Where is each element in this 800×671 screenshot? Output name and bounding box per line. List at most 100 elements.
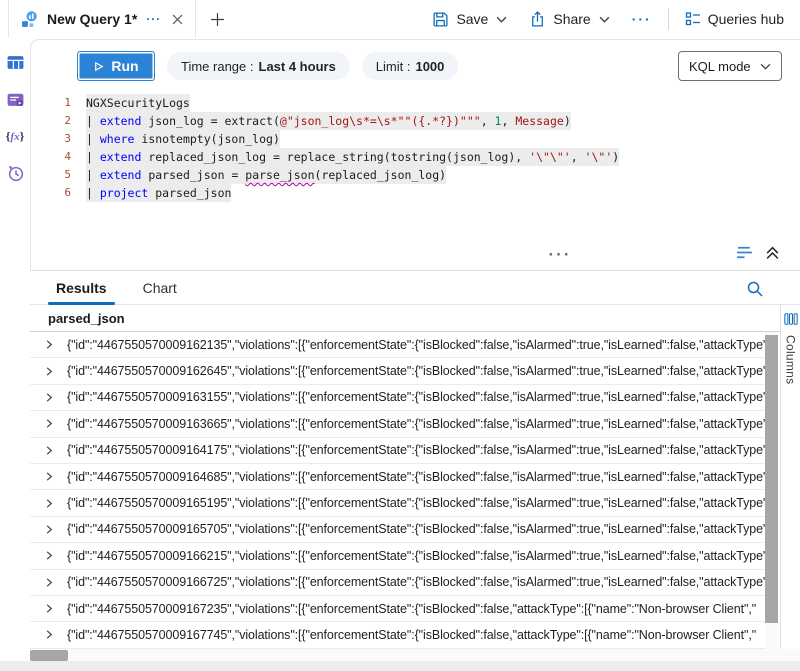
run-button[interactable]: Run <box>77 51 155 81</box>
tab-chart[interactable]: Chart <box>141 271 179 305</box>
row-json-text: {"id":"4467550570009167235","violations"… <box>67 602 765 616</box>
time-range-value: Last 4 hours <box>259 59 336 74</box>
table-row[interactable]: {"id":"4467550570009164175","violations"… <box>30 438 765 464</box>
expand-chevron-icon[interactable] <box>44 498 54 509</box>
code-text: | extend parsed_json = parse_json(replac… <box>86 166 446 184</box>
horizontal-scrollbar-thumb[interactable] <box>30 650 68 661</box>
queries-hub-button[interactable]: Queries hub <box>679 7 790 31</box>
table-row[interactable]: {"id":"4467550570009166725","violations"… <box>30 570 765 596</box>
expand-chevron-icon[interactable] <box>44 577 54 588</box>
code-line[interactable]: 1NGXSecurityLogs <box>31 94 800 112</box>
table-row[interactable]: {"id":"4467550570009162645","violations"… <box>30 358 765 384</box>
expand-chevron-icon[interactable] <box>44 366 54 377</box>
results-tabs-row: Results Chart <box>30 271 800 305</box>
tables-icon[interactable] <box>5 52 25 72</box>
history-icon[interactable] <box>5 163 25 183</box>
code-line[interactable]: 6| project parsed_json <box>31 184 800 202</box>
search-icon <box>746 280 764 298</box>
save-button[interactable]: Save <box>426 7 513 32</box>
limit-selector[interactable]: Limit : 1000 <box>362 52 459 80</box>
line-number: 2 <box>31 112 86 130</box>
limit-value: 1000 <box>415 59 444 74</box>
line-number: 5 <box>31 166 86 184</box>
results-panel: Results Chart parsed_json {"id":"44675505… <box>30 270 800 661</box>
queries-icon[interactable] <box>5 89 25 109</box>
query-panel: Run Time range : Last 4 hours Limit : 10… <box>30 39 800 270</box>
window-bottom-strip <box>0 661 800 671</box>
columns-panel-label: Columns <box>784 335 798 384</box>
row-json-text: {"id":"4467550570009165705","violations"… <box>67 522 765 536</box>
search-results-button[interactable] <box>744 278 766 300</box>
table-row[interactable]: {"id":"4467550570009166215","violations"… <box>30 543 765 569</box>
tab-title: New Query 1* <box>47 11 137 27</box>
table-row[interactable]: {"id":"4467550570009163665","violations"… <box>30 411 765 437</box>
table-row[interactable]: {"id":"4467550570009162135","violations"… <box>30 332 765 358</box>
time-range-selector[interactable]: Time range : Last 4 hours <box>167 52 350 80</box>
table-row[interactable]: {"id":"4467550570009164685","violations"… <box>30 464 765 490</box>
editor-lines: 1NGXSecurityLogs2| extend json_log = ext… <box>31 94 800 202</box>
tab-close-icon[interactable] <box>172 14 183 25</box>
divider <box>668 8 669 30</box>
run-play-icon <box>93 61 104 72</box>
expand-chevron-icon[interactable] <box>44 418 54 429</box>
row-json-text: {"id":"4467550570009163665","violations"… <box>67 417 765 431</box>
panel-splitter-handle[interactable]: ··· <box>530 248 590 264</box>
query-tab[interactable]: New Query 1* ··· <box>8 0 196 38</box>
save-icon <box>432 11 449 28</box>
code-line[interactable]: 4| extend replaced_json_log = replace_st… <box>31 148 800 166</box>
chevron-down-icon <box>599 16 610 23</box>
query-mode-dropdown[interactable]: KQL mode <box>678 51 782 81</box>
row-json-text: {"id":"4467550570009162645","violations"… <box>67 364 765 378</box>
expand-chevron-icon[interactable] <box>44 392 54 403</box>
line-number: 4 <box>31 148 86 166</box>
row-json-text: {"id":"4467550570009163155","violations"… <box>67 390 765 404</box>
expand-chevron-icon[interactable] <box>44 339 54 350</box>
tab-overflow-menu[interactable]: ··· <box>146 12 161 26</box>
vertical-scrollbar[interactable] <box>765 332 778 649</box>
vertical-scrollbar-thumb[interactable] <box>765 335 778 623</box>
share-icon <box>529 11 546 28</box>
columns-side-panel[interactable]: Columns <box>780 305 800 649</box>
view-options-icon[interactable] <box>734 243 755 262</box>
table-header-row[interactable]: parsed_json <box>30 305 780 332</box>
query-editor[interactable]: 1NGXSecurityLogs2| extend json_log = ext… <box>31 94 800 202</box>
code-text: | where isnotempty(json_log) <box>86 130 280 148</box>
share-label: Share <box>553 11 590 27</box>
collapse-up-icon[interactable] <box>763 243 782 262</box>
row-json-text: {"id":"4467550570009164685","violations"… <box>67 470 765 484</box>
expand-chevron-icon[interactable] <box>44 524 54 535</box>
table-row[interactable]: {"id":"4467550570009165195","violations"… <box>30 490 765 516</box>
column-header-parsed-json[interactable]: parsed_json <box>48 311 125 326</box>
new-tab-plus-icon <box>210 12 225 27</box>
left-rail: {fx} <box>0 38 30 661</box>
header-actions: Save Share ··· <box>426 0 800 38</box>
code-line[interactable]: 3| where isnotempty(json_log) <box>31 130 800 148</box>
code-line[interactable]: 5| extend parsed_json = parse_json(repla… <box>31 166 800 184</box>
columns-icon <box>784 312 798 326</box>
table-row[interactable]: {"id":"4467550570009167745","violations"… <box>30 622 765 648</box>
code-text: | extend json_log = extract(@"json_log\s… <box>86 112 571 130</box>
table-row[interactable]: {"id":"4467550570009167235","violations"… <box>30 596 765 622</box>
functions-icon[interactable]: {fx} <box>5 126 25 146</box>
code-line[interactable]: 2| extend json_log = extract(@"json_log\… <box>31 112 800 130</box>
row-json-text: {"id":"4467550570009165195","violations"… <box>67 496 765 510</box>
new-tab-button[interactable] <box>208 10 227 29</box>
chevron-down-icon <box>760 63 771 70</box>
table-row[interactable]: {"id":"4467550570009163155","violations"… <box>30 385 765 411</box>
time-range-label: Time range : <box>181 59 254 74</box>
more-actions-button[interactable]: ··· <box>626 7 658 31</box>
row-json-text: {"id":"4467550570009166725","violations"… <box>67 575 765 589</box>
expand-chevron-icon[interactable] <box>44 603 54 614</box>
results-body: {"id":"4467550570009162135","violations"… <box>30 332 765 649</box>
expand-chevron-icon[interactable] <box>44 445 54 456</box>
save-label: Save <box>456 11 488 27</box>
expand-chevron-icon[interactable] <box>44 471 54 482</box>
line-number: 1 <box>31 94 86 112</box>
share-button[interactable]: Share <box>523 7 615 32</box>
query-mode-value: KQL mode <box>689 59 751 74</box>
table-row[interactable]: {"id":"4467550570009165705","violations"… <box>30 517 765 543</box>
expand-chevron-icon[interactable] <box>44 550 54 561</box>
code-text: | extend replaced_json_log = replace_str… <box>86 148 619 166</box>
expand-chevron-icon[interactable] <box>44 629 54 640</box>
tab-results[interactable]: Results <box>54 271 109 305</box>
